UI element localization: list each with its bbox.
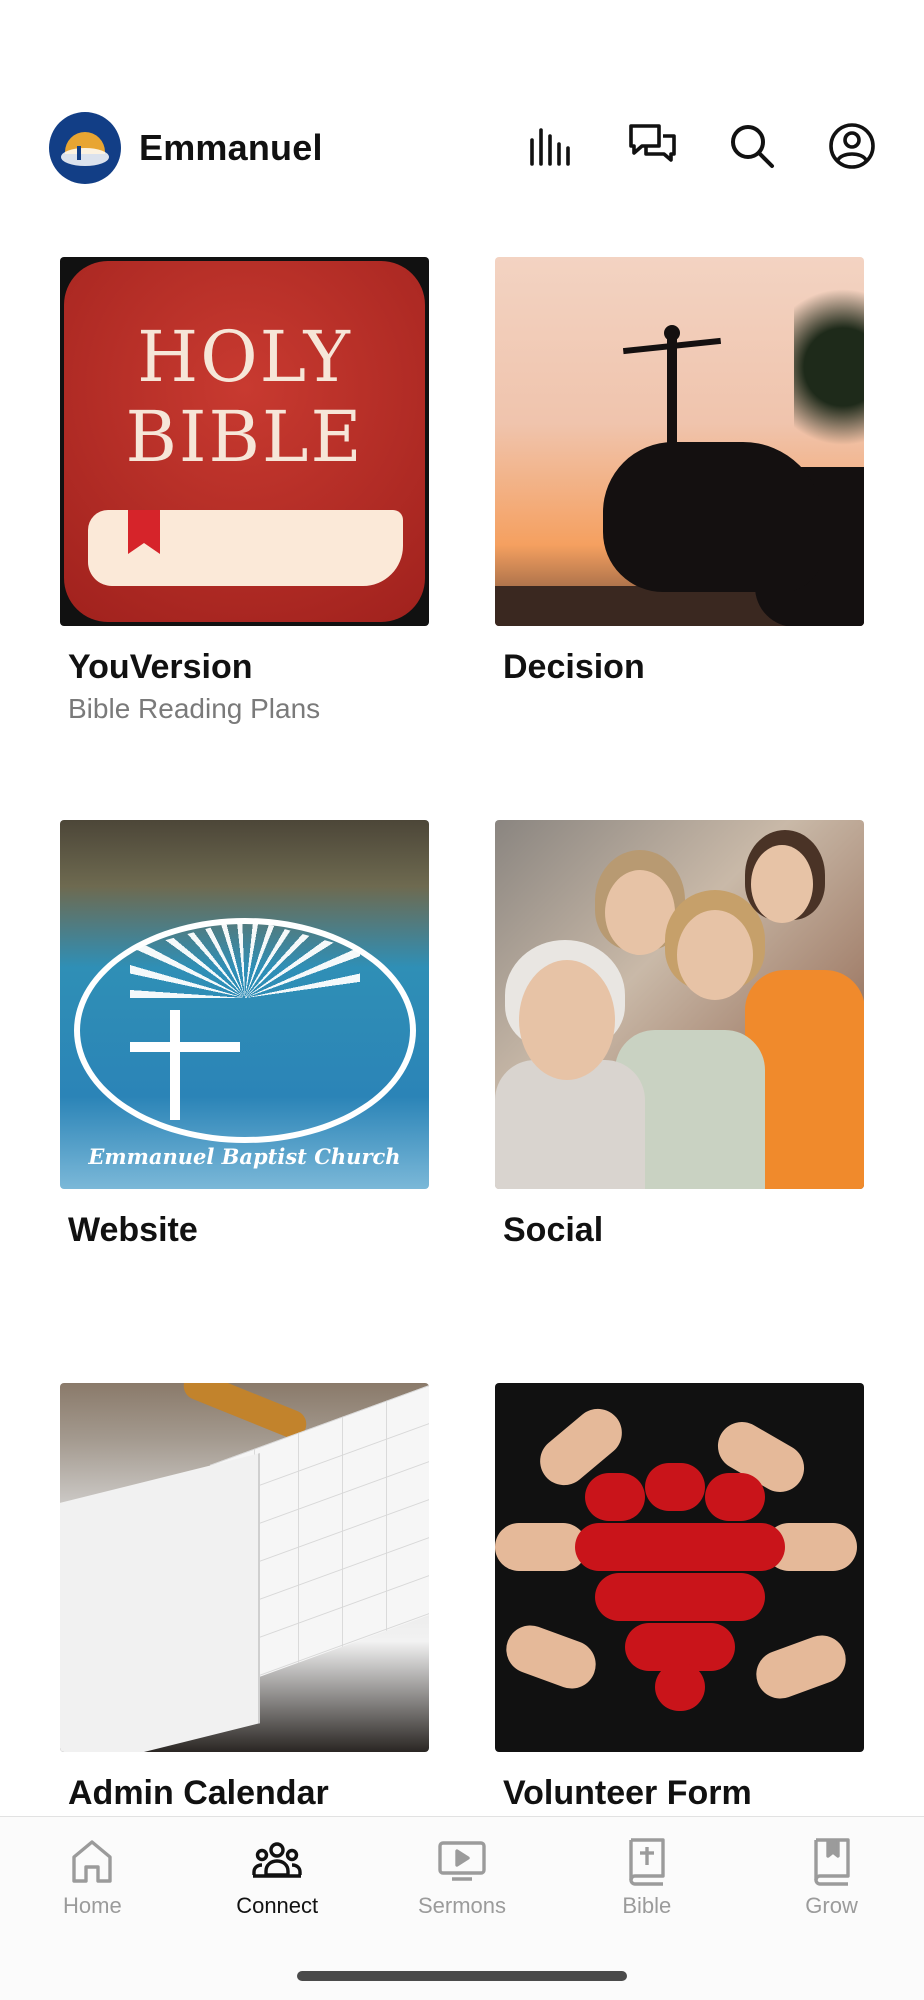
card-social[interactable]: Social [495, 820, 864, 1250]
card-title: Website [68, 1211, 198, 1249]
card-image [60, 1383, 429, 1752]
play-screen-icon [438, 1841, 486, 1881]
card-title: Decision [503, 648, 645, 686]
church-logo-caption: Emmanuel Baptist Church [88, 1144, 401, 1169]
tab-label: Sermons [417, 1893, 506, 1918]
tab-sermons[interactable]: Sermons [370, 1835, 554, 1919]
card-admin-calendar[interactable]: Admin Calendar [60, 1383, 429, 1813]
card-image [495, 1383, 864, 1752]
tab-label: Home [63, 1893, 122, 1918]
home-icon [72, 1840, 113, 1883]
header-actions [524, 118, 880, 174]
tab-label: Bible [622, 1893, 672, 1918]
card-title: YouVersion [68, 648, 253, 686]
holy-bible-logo-text: HOLY BIBLE [125, 316, 364, 478]
card-subtitle: Bible Reading Plans [68, 693, 321, 724]
brand[interactable]: Emmanuel [49, 112, 323, 184]
tab-home[interactable]: Home [0, 1835, 184, 1919]
people-icon [252, 1842, 302, 1878]
card-image [495, 257, 864, 626]
app-name: Emmanuel [139, 127, 323, 168]
tab-bible[interactable]: Bible [555, 1835, 739, 1919]
card-title: Admin Calendar [68, 1774, 329, 1812]
card-website[interactable]: Emmanuel Baptist Church Website [60, 820, 429, 1250]
card-image: HOLY BIBLE [60, 257, 429, 626]
tab-label: Connect [236, 1893, 319, 1918]
card-image: Emmanuel Baptist Church [60, 820, 429, 1189]
chat-bubbles-icon[interactable] [624, 118, 680, 174]
bible-book-icon [629, 1838, 665, 1886]
card-title: Volunteer Form [503, 1774, 752, 1812]
audio-bars-icon[interactable] [524, 118, 580, 174]
tab-connect[interactable]: Connect [185, 1835, 369, 1919]
tab-grow[interactable]: Grow [740, 1835, 924, 1919]
card-title: Social [503, 1211, 604, 1249]
bookmark-book-icon [813, 1838, 850, 1886]
church-logo-avatar [49, 112, 121, 184]
profile-icon[interactable] [824, 118, 880, 174]
card-image [495, 820, 864, 1189]
card-decision[interactable]: Decision [495, 257, 864, 687]
home-indicator[interactable] [297, 1971, 627, 1981]
card-youversion[interactable]: HOLY BIBLE YouVersion Bible Reading Plan… [60, 257, 429, 725]
card-volunteer-form[interactable]: Volunteer Form [495, 1383, 864, 1813]
tab-label: Grow [805, 1893, 858, 1918]
app-header: Emmanuel [0, 90, 924, 205]
search-icon[interactable] [724, 118, 780, 174]
